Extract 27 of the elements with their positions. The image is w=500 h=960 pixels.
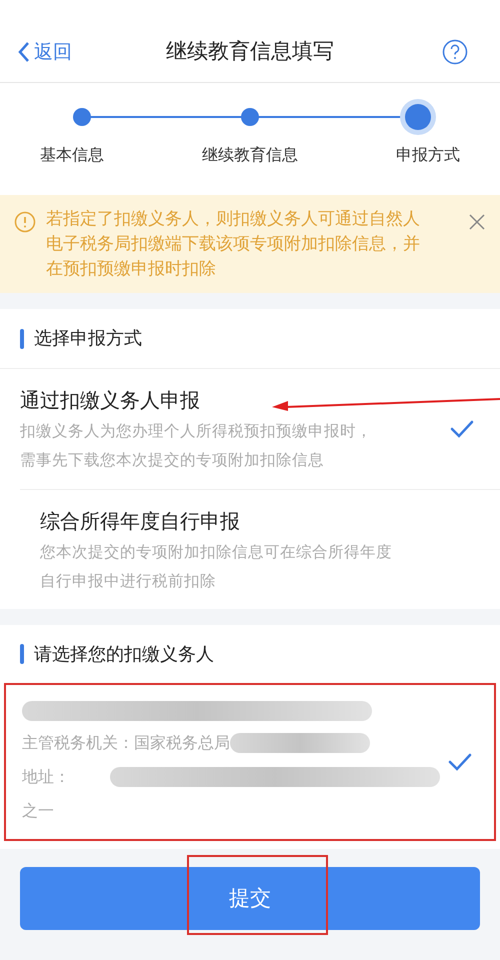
- option-description: 您本次提交的专项附加扣除信息可在综合所得年度: [40, 542, 393, 562]
- option-title: 综合所得年度自行申报: [40, 508, 241, 534]
- option-description: 需事先下载您本次提交的专项附加扣除信息: [20, 450, 325, 471]
- report-method-option[interactable]: 综合所得年度自行申报 您本次提交的专项附加扣除信息可在综合所得年度 自行申报中进行税前扣除: [20, 489, 500, 609]
- back-button[interactable]: 返回: [18, 38, 72, 66]
- section-marker: [20, 644, 24, 664]
- section-title: 请选择您的扣缴义务人: [34, 642, 214, 666]
- address-text: 之一: [22, 800, 55, 822]
- step-label: 基本信息: [40, 144, 105, 166]
- section-title: 选择申报方式: [34, 327, 142, 351]
- employer-option[interactable]: 主管税务机关：国家税务总局 地址： 之一: [4, 683, 496, 841]
- help-icon[interactable]: [442, 39, 468, 65]
- option-title: 通过扣缴义务人申报: [20, 387, 201, 414]
- section-marker: [20, 328, 24, 348]
- submit-button[interactable]: 提交: [20, 867, 480, 930]
- option-description: 扣缴义务人为您办理个人所得税预扣预缴申报时，: [20, 421, 373, 442]
- info-icon: [14, 211, 36, 233]
- report-method-option[interactable]: 通过扣缴义务人申报 扣缴义务人为您办理个人所得税预扣预缴申报时， 需事先下载您本次提交的专项附加扣除信息: [0, 369, 500, 489]
- option-description: 自行申报中进行税前扣除: [40, 570, 217, 592]
- authority-text: 主管税务机关：国家税务总局: [22, 732, 230, 754]
- step-label: 申报方式: [395, 144, 460, 166]
- notice-text: 若指定了扣缴义务人，则扣缴义务人可通过自然人电子税务局扣缴端下载该项专项附加扣除信息，并在预扣预缴申报时扣除: [46, 208, 421, 281]
- address-label: 地址：: [22, 766, 70, 788]
- chevron-left-icon: [18, 41, 30, 63]
- page-title: 继续教育信息填写: [166, 38, 334, 66]
- step-label: 继续教育信息: [201, 144, 299, 166]
- close-icon[interactable]: [468, 213, 486, 231]
